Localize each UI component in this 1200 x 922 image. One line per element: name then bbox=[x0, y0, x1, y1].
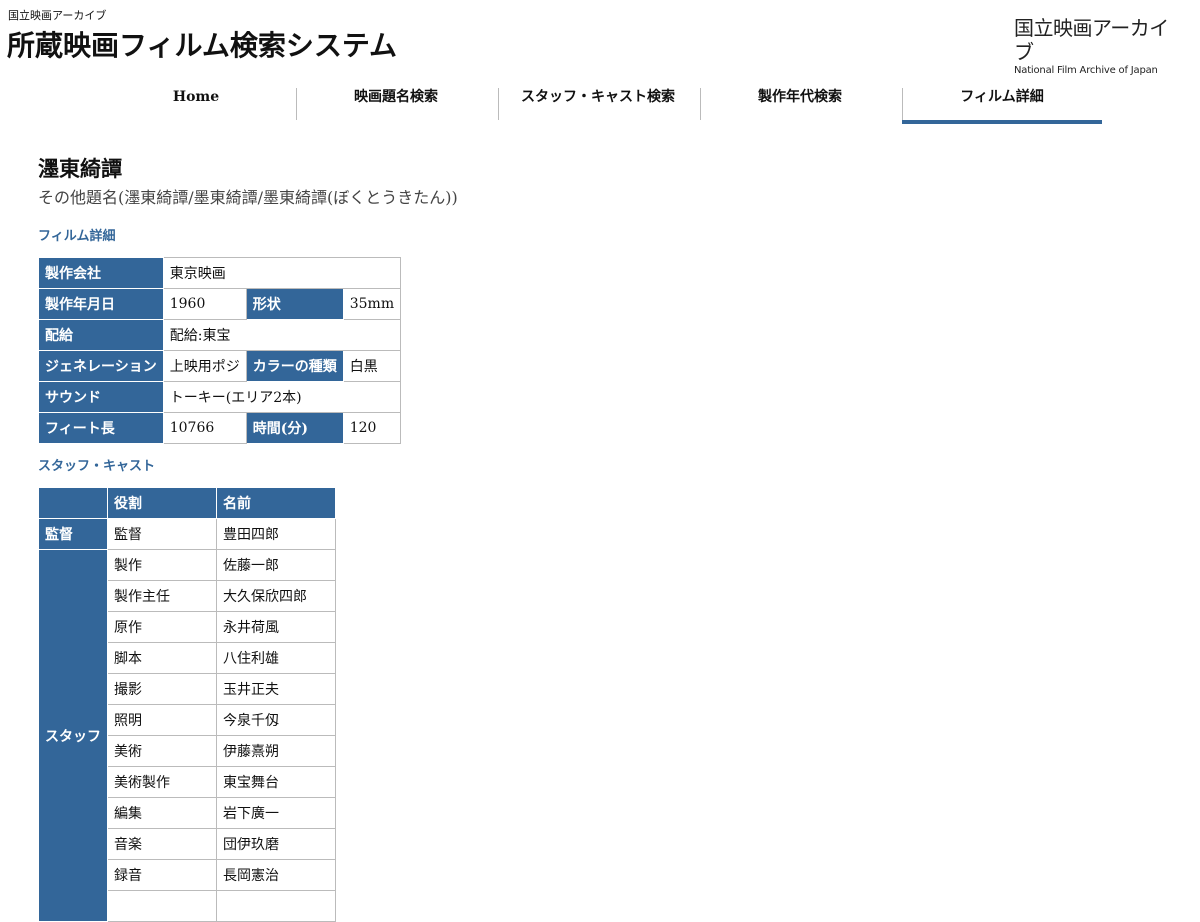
feet-label: フィート長 bbox=[38, 412, 164, 444]
name-cell: 長岡憲治 bbox=[216, 859, 336, 891]
format-value: 35mm bbox=[342, 288, 402, 320]
main-nav: Home 映画題名検索 スタッフ・キャスト検索 製作年代検索 フィルム詳細 bbox=[96, 80, 1106, 126]
org-name-small: 国立映画アーカイブ bbox=[8, 9, 107, 22]
name-cell-partial bbox=[216, 890, 336, 922]
table-row: 配給 配給:東宝 bbox=[38, 319, 402, 351]
name-cell: 東宝舞台 bbox=[216, 766, 336, 798]
name-cell: 伊藤熹朔 bbox=[216, 735, 336, 767]
date-label: 製作年月日 bbox=[38, 288, 164, 320]
generation-label: ジェネレーション bbox=[38, 350, 164, 382]
nav-film-detail[interactable]: フィルム詳細 bbox=[902, 80, 1102, 124]
staff-cast-table: 役割 名前 監督 監督 豊田四郎 スタッフ 製作 佐藤一郎 製作主任 大久保欣四… bbox=[38, 487, 336, 922]
role-cell: 音楽 bbox=[107, 828, 217, 860]
table-row: ジェネレーション 上映用ポジ カラーの種類 白黒 bbox=[38, 350, 402, 382]
time-value: 120 bbox=[342, 412, 402, 444]
details-heading: フィルム詳細 bbox=[38, 229, 116, 244]
company-value: 東京映画 bbox=[162, 257, 402, 289]
nav-separator bbox=[296, 88, 297, 120]
feet-value: 10766 bbox=[162, 412, 247, 444]
table-row: 製作年月日 1960 形状 35mm bbox=[38, 288, 402, 320]
generation-value: 上映用ポジ bbox=[162, 350, 247, 382]
name-cell: 八住利雄 bbox=[216, 642, 336, 674]
color-value: 白黒 bbox=[342, 350, 402, 382]
table-row: フィート長 10766 時間(分) 120 bbox=[38, 412, 402, 444]
nav-staff-cast-search-label: スタッフ・キャスト検索 bbox=[521, 89, 675, 105]
name-column-header: 名前 bbox=[216, 487, 336, 519]
table-header-row: 役割 名前 bbox=[38, 487, 336, 519]
role-cell: 製作主任 bbox=[107, 580, 217, 612]
company-label: 製作会社 bbox=[38, 257, 164, 289]
role-cell: 編集 bbox=[107, 797, 217, 829]
site-header: 国立映画アーカイブ 所蔵映画フィルム検索システム 国立映画アーカイブ Natio… bbox=[0, 0, 1200, 80]
nav-year-search-label: 製作年代検索 bbox=[758, 89, 842, 105]
film-alt-title: その他題名(濹東綺譚/墨東綺譚/墨東綺譚(ぼくとうきたん)) bbox=[38, 188, 458, 207]
name-cell: 玉井正夫 bbox=[216, 673, 336, 705]
role-cell: 脚本 bbox=[107, 642, 217, 674]
table-row: スタッフ 製作 佐藤一郎 bbox=[38, 549, 336, 922]
distribution-label: 配給 bbox=[38, 319, 164, 351]
sound-label: サウンド bbox=[38, 381, 164, 413]
table-row: サウンド トーキー(エリア2本) bbox=[38, 381, 402, 413]
name-cell: 今泉千仭 bbox=[216, 704, 336, 736]
nav-year-search[interactable]: 製作年代検索 bbox=[700, 80, 900, 120]
logo-jp-text: 国立映画アーカイブ bbox=[1014, 16, 1169, 64]
nav-film-detail-label: フィルム詳細 bbox=[960, 89, 1044, 105]
nav-separator bbox=[498, 88, 499, 120]
archive-logo[interactable]: 国立映画アーカイブ National Film Archive of Japan bbox=[1014, 16, 1184, 76]
color-label: カラーの種類 bbox=[245, 350, 344, 382]
group-header-empty bbox=[38, 487, 108, 519]
role-cell: 照明 bbox=[107, 704, 217, 736]
nav-title-search[interactable]: 映画題名検索 bbox=[296, 80, 496, 120]
role-cell: 美術 bbox=[107, 735, 217, 767]
sound-value: トーキー(エリア2本) bbox=[162, 381, 402, 413]
role-cell: 撮影 bbox=[107, 673, 217, 705]
name-cell: 永井荷風 bbox=[216, 611, 336, 643]
logo-en-text: National Film Archive of Japan bbox=[1014, 65, 1158, 76]
film-details-table: 製作会社 東京映画 製作年月日 1960 形状 35mm 配給 配給:東宝 ジェ… bbox=[38, 257, 402, 444]
name-cell: 佐藤一郎 bbox=[216, 549, 336, 581]
film-title: 濹東綺譚 bbox=[38, 156, 122, 181]
name-cell: 豊田四郎 bbox=[216, 518, 336, 550]
nav-home[interactable]: Home bbox=[96, 80, 296, 120]
director-group-label: 監督 bbox=[38, 518, 108, 550]
role-cell: 録音 bbox=[107, 859, 217, 891]
table-row: 監督 監督 豊田四郎 bbox=[38, 518, 336, 550]
staff-group-label: スタッフ bbox=[38, 549, 108, 922]
role-cell: 製作 bbox=[107, 549, 217, 581]
distribution-value: 配給:東宝 bbox=[162, 319, 402, 351]
nav-title-search-label: 映画題名検索 bbox=[354, 89, 438, 105]
name-cell: 岩下廣一 bbox=[216, 797, 336, 829]
role-cell: 美術製作 bbox=[107, 766, 217, 798]
role-column-header: 役割 bbox=[107, 487, 217, 519]
nav-separator bbox=[902, 88, 903, 120]
date-value: 1960 bbox=[162, 288, 247, 320]
nav-separator bbox=[700, 88, 701, 120]
name-cell: 大久保欣四郎 bbox=[216, 580, 336, 612]
time-label: 時間(分) bbox=[245, 412, 344, 444]
staff-heading: スタッフ・キャスト bbox=[38, 459, 156, 474]
site-title[interactable]: 所蔵映画フィルム検索システム bbox=[7, 28, 397, 64]
nav-staff-cast-search[interactable]: スタッフ・キャスト検索 bbox=[498, 80, 698, 120]
role-cell: 原作 bbox=[107, 611, 217, 643]
format-label: 形状 bbox=[245, 288, 344, 320]
name-cell: 団伊玖磨 bbox=[216, 828, 336, 860]
table-row: 製作会社 東京映画 bbox=[38, 257, 402, 289]
role-cell: 監督 bbox=[107, 518, 217, 550]
role-cell-partial bbox=[107, 890, 217, 922]
